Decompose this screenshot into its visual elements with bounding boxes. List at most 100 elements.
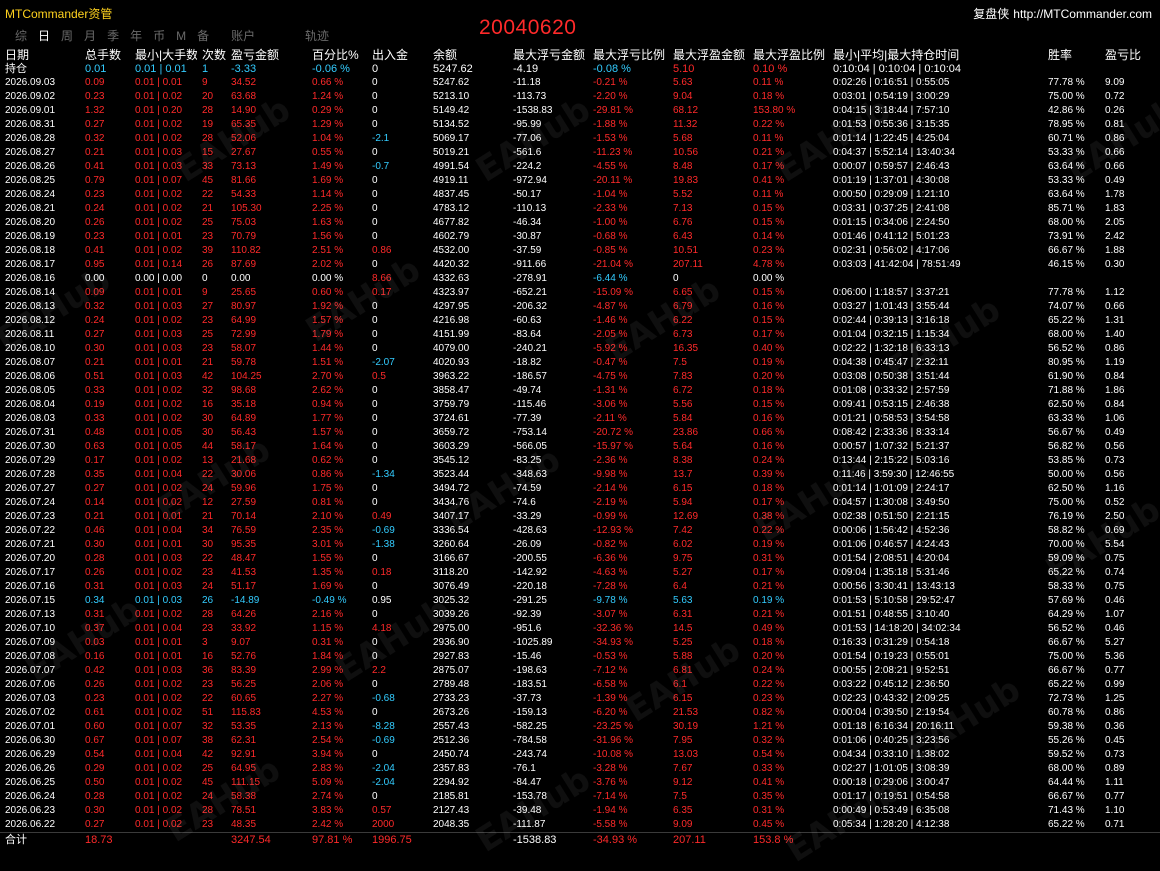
table-row[interactable]: 2026.07.03 0.23 0.01 | 0.02 22 60.65 2.27 % -0… (0, 692, 1160, 706)
table-row[interactable]: 2026.07.07 0.42 0.01 | 0.03 36 83.39 2.99 % 2.… (0, 664, 1160, 678)
table-cell: 合计 (0, 832, 80, 847)
column-header[interactable]: 最大浮盈金额 (668, 48, 748, 62)
table-row[interactable]: 2026.06.24 0.28 0.01 | 0.02 24 58.38 2.74 % 0 2… (0, 790, 1160, 804)
column-header[interactable]: 日期 (0, 48, 80, 62)
column-header[interactable]: 盈亏金额 (226, 48, 307, 62)
table-row[interactable]: 2026.07.09 0.03 0.01 | 0.01 3 9.07 0.31 % 0 293… (0, 636, 1160, 650)
tab-2[interactable]: 周 (61, 27, 73, 44)
tab-9[interactable]: 账户 (231, 27, 255, 44)
table-row[interactable]: 2026.08.18 0.41 0.01 | 0.02 39 110.82 2.51 % 0… (0, 244, 1160, 258)
table-cell: 0.01 | 0.02 (135, 693, 183, 704)
table-row[interactable]: 2026.07.06 0.26 0.01 | 0.02 23 56.25 2.06 % 0 2… (0, 678, 1160, 692)
column-header[interactable]: 最小|平均|最大持仓时间 (828, 48, 1043, 62)
table-row[interactable]: 2026.08.07 0.21 0.01 | 0.01 21 59.78 1.51 % -2… (0, 356, 1160, 370)
table-row[interactable]: 2026.08.04 0.19 0.01 | 0.02 16 35.18 0.94 % 0 3… (0, 398, 1160, 412)
table-cell: 33 (202, 161, 214, 172)
column-header[interactable]: 余额 (428, 48, 508, 62)
table-row[interactable]: 2026.06.30 0.67 0.01 | 0.07 38 62.31 2.54 % -0… (0, 734, 1160, 748)
column-header[interactable]: 最大浮亏金额 (508, 48, 588, 62)
table-row[interactable]: 2026.06.26 0.29 0.01 | 0.02 25 64.95 2.83 % -2… (0, 762, 1160, 776)
tab-6[interactable]: 币 (153, 27, 165, 44)
table-cell: 2026.07.29 (5, 455, 56, 466)
tab-5[interactable]: 年 (130, 27, 142, 44)
site-url[interactable]: http://MTCommander.com (1013, 7, 1152, 21)
table-cell: 0.01 | 0.03 (135, 371, 183, 382)
table-row[interactable]: 2026.09.03 0.09 0.01 | 0.01 9 34.52 0.66 % 0 52… (0, 76, 1160, 90)
table-row[interactable]: 2026.07.08 0.16 0.01 | 0.01 16 52.76 1.84 % 0 2… (0, 650, 1160, 664)
table-cell: 5.63 (673, 595, 693, 606)
table-row[interactable]: 2026.08.12 0.24 0.01 | 0.02 23 64.99 1.57 % 0 4… (0, 314, 1160, 328)
column-header[interactable]: 百分比% (307, 48, 367, 62)
table-row[interactable]: 2026.08.06 0.51 0.01 | 0.03 42 104.25 2.70 % 0… (0, 370, 1160, 384)
table-row[interactable]: 2026.06.23 0.30 0.01 | 0.02 28 78.51 3.83 % 0.… (0, 804, 1160, 818)
table-row[interactable]: 2026.07.13 0.31 0.01 | 0.02 28 64.26 2.16 % 0 3… (0, 608, 1160, 622)
table-row[interactable]: 2026.07.30 0.63 0.01 | 0.05 44 58.17 1.64 % 0 3… (0, 440, 1160, 454)
table-row[interactable]: 2026.08.16 0.00 0.00 | 0.00 0 0.00 0.00 % 8.66… (0, 272, 1160, 286)
table-cell: 75.00 % (1048, 497, 1085, 508)
table-row[interactable]: 2026.08.31 0.27 0.01 | 0.02 19 65.35 1.29 % 0 5… (0, 118, 1160, 132)
table-cell: 3407.17 (433, 511, 470, 522)
table-row[interactable]: 2026.09.01 1.32 0.01 | 0.20 28 14.90 0.29 % 0 5… (0, 104, 1160, 118)
table-cell: 63.64 % (1048, 161, 1085, 172)
table-row[interactable]: 2026.06.25 0.50 0.01 | 0.02 45 111.15 5.09 % -… (0, 776, 1160, 790)
table-row[interactable]: 2026.07.20 0.28 0.01 | 0.03 22 48.47 1.55 % 0 3… (0, 552, 1160, 566)
tab-8[interactable]: 备 (197, 27, 209, 44)
table-row[interactable]: 2026.07.01 0.60 0.01 | 0.07 32 53.35 2.13 % -8… (0, 720, 1160, 734)
column-header[interactable]: 最大浮盈比例 (748, 48, 828, 62)
table-row[interactable]: 2026.08.21 0.24 0.01 | 0.02 21 105.30 2.25 % 0… (0, 202, 1160, 216)
table-cell: 0.23 (85, 189, 105, 200)
table-row[interactable]: 2026.07.31 0.48 0.01 | 0.05 30 56.43 1.57 % 0 3… (0, 426, 1160, 440)
column-header[interactable]: 盈亏比 (1100, 48, 1160, 62)
column-header[interactable]: 最大浮亏比例 (588, 48, 668, 62)
table-row[interactable]: 2026.09.02 0.23 0.01 | 0.02 20 63.68 1.24 % 0 5… (0, 90, 1160, 104)
site-link[interactable]: 复盘侠 http://MTCommander.com (973, 5, 1152, 22)
column-header[interactable]: 出入金 (367, 48, 428, 62)
table-row[interactable]: 2026.08.10 0.30 0.01 | 0.03 23 58.07 1.44 % 0 4… (0, 342, 1160, 356)
table-row[interactable]: 2026.08.25 0.79 0.01 | 0.07 45 81.66 1.69 % 0 4… (0, 174, 1160, 188)
table-row[interactable]: 2026.07.10 0.37 0.01 | 0.04 23 33.92 1.15 % 4.… (0, 622, 1160, 636)
table-cell: 0:09:04 | 1:35:18 | 5:31:46 (833, 567, 950, 578)
table-row[interactable]: 2026.08.28 0.32 0.01 | 0.02 28 52.06 1.04 % -2… (0, 132, 1160, 146)
table-row[interactable]: 2026.08.14 0.09 0.01 | 0.01 9 25.65 0.60 % 0.1… (0, 286, 1160, 300)
orbit-tab[interactable]: 轨迹 (305, 27, 329, 44)
tab-7[interactable]: M (176, 29, 186, 43)
table-row[interactable]: 2026.08.20 0.26 0.01 | 0.02 25 75.03 1.63 % 0 4… (0, 216, 1160, 230)
position-row[interactable]: 持仓 0.01 0.01 | 0.01 1 -3.33 -0.06 % 0 5247.62 -4… (0, 62, 1160, 76)
table-cell: 63.64 % (1048, 189, 1085, 200)
tab-0[interactable]: 综 (15, 27, 27, 44)
table-cell: -26.09 (513, 539, 542, 550)
column-header[interactable]: 总手数 (80, 48, 130, 62)
table-row[interactable]: 2026.08.13 0.32 0.01 | 0.03 27 80.97 1.92 % 0 4… (0, 300, 1160, 314)
tab-1[interactable]: 日 (38, 27, 50, 44)
table-row[interactable]: 2026.07.29 0.17 0.01 | 0.02 13 21.68 0.62 % 0 3… (0, 454, 1160, 468)
table-row[interactable]: 2026.06.22 0.27 0.01 | 0.02 23 48.35 2.42 % 20… (0, 818, 1160, 833)
column-header[interactable]: 次数 (197, 48, 226, 62)
table-row[interactable]: 2026.08.19 0.23 0.01 | 0.01 23 70.79 1.56 % 0 4… (0, 230, 1160, 244)
table-row[interactable]: 2026.06.29 0.54 0.01 | 0.04 42 92.91 3.94 % 0 2… (0, 748, 1160, 762)
column-header[interactable]: 胜率 (1043, 48, 1100, 62)
tab-3[interactable]: 月 (84, 27, 96, 44)
table-row[interactable]: 2026.07.02 0.61 0.01 | 0.02 51 115.83 4.53 % 0… (0, 706, 1160, 720)
table-row[interactable]: 2026.08.11 0.27 0.01 | 0.03 25 72.99 1.79 % 0 4… (0, 328, 1160, 342)
table-row[interactable]: 2026.08.03 0.33 0.01 | 0.02 30 64.89 1.77 % 0 3… (0, 412, 1160, 426)
table-row[interactable]: 2026.08.05 0.33 0.01 | 0.02 32 98.68 2.62 % 0 3… (0, 384, 1160, 398)
total-row[interactable]: 合计 18.73 3247.54 97.81 % 1996.75 -1538.83 -34.… (0, 832, 1160, 847)
table-row[interactable]: 2026.07.23 0.21 0.01 | 0.01 21 70.14 2.10 % 0.… (0, 510, 1160, 524)
table-row[interactable]: 2026.07.22 0.46 0.01 | 0.04 34 76.59 2.35 % -0… (0, 524, 1160, 538)
table-row[interactable]: 2026.07.15 0.34 0.01 | 0.03 26 -14.89 -0.49 %… (0, 594, 1160, 608)
table-row[interactable]: 2026.07.16 0.31 0.01 | 0.03 24 51.17 1.69 % 0 3… (0, 580, 1160, 594)
table-row[interactable]: 2026.08.24 0.23 0.01 | 0.02 22 54.33 1.14 % 0 4… (0, 188, 1160, 202)
table-row[interactable]: 2026.07.28 0.35 0.01 | 0.04 22 30.06 0.86 % -1… (0, 468, 1160, 482)
table-row[interactable]: 2026.07.17 0.26 0.01 | 0.02 23 41.53 1.35 % 0.… (0, 566, 1160, 580)
table-cell: 0.27 (85, 819, 105, 830)
table-row[interactable]: 2026.08.17 0.95 0.01 | 0.14 26 87.69 2.02 % 0 4… (0, 258, 1160, 272)
table-cell: 65.22 % (1048, 819, 1085, 830)
tab-4[interactable]: 季 (107, 27, 119, 44)
table-row[interactable]: 2026.07.21 0.30 0.01 | 0.01 30 95.35 3.01 % -1… (0, 538, 1160, 552)
table-cell: 30.19 (673, 721, 699, 732)
column-header[interactable]: 最小|大手数 (130, 48, 197, 62)
table-row[interactable]: 2026.08.26 0.41 0.01 | 0.03 33 73.13 1.49 % -0… (0, 160, 1160, 174)
table-row[interactable]: 2026.08.27 0.21 0.01 | 0.03 15 27.67 0.55 % 0 5… (0, 146, 1160, 160)
table-row[interactable]: 2026.07.27 0.27 0.01 | 0.02 24 59.96 1.75 % 0 3… (0, 482, 1160, 496)
table-row[interactable]: 2026.07.24 0.14 0.01 | 0.02 12 27.59 0.81 % 0 3… (0, 496, 1160, 510)
